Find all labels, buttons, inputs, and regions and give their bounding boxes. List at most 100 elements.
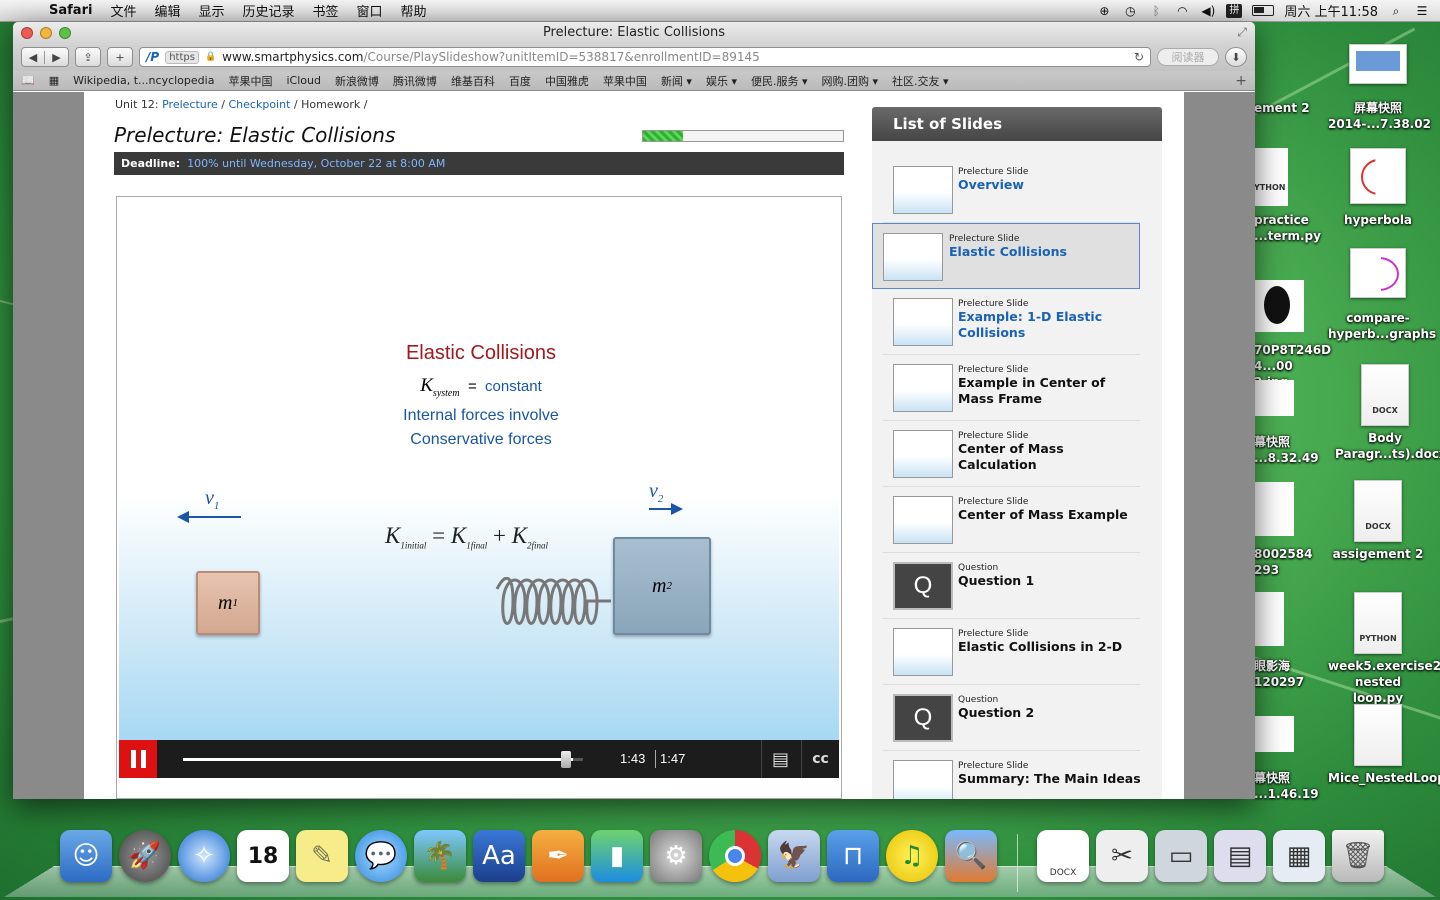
address-bar[interactable]: /P https 🔒 www.smartphysics.com/Course/P… <box>139 47 1151 67</box>
top-sites-icon[interactable]: ▦ <box>49 74 59 87</box>
screenshot-stack-icon[interactable]: ▭ <box>1155 830 1207 882</box>
reading-list-icon[interactable]: 📖 <box>21 74 35 87</box>
system-preferences-icon[interactable]: ⚙ <box>650 830 702 882</box>
back-forward-buttons[interactable]: ◀ ▶ <box>21 47 69 67</box>
battery-icon[interactable] <box>1252 5 1275 16</box>
slide-list-item[interactable]: Prelecture Slide Summary: The Main Ideas <box>882 751 1141 799</box>
add-tab-icon[interactable]: + <box>1235 73 1247 89</box>
desktop-icon-hyperbola[interactable]: hyperbola <box>1328 148 1428 228</box>
pause-button[interactable] <box>119 740 157 778</box>
wifi-icon[interactable]: ◠ <box>1174 4 1190 18</box>
time-machine-icon[interactable]: ◷ <box>1122 4 1138 18</box>
slide-list-item[interactable]: Prelecture Slide Example in Center of Mas… <box>882 355 1140 421</box>
bookmark-item[interactable]: 苹果中国 <box>228 73 272 89</box>
safari-icon[interactable]: ✧ <box>178 830 230 882</box>
downloads-button[interactable]: ⬇ <box>1225 47 1247 67</box>
bookmark-item[interactable]: 苹果中国 <box>603 73 647 89</box>
desktop-icon-partial[interactable]: 眼影海 120297 <box>1254 592 1324 690</box>
document-thumbnail-icon[interactable]: ✂ <box>1096 830 1148 882</box>
desktop-icon-partial[interactable]: 8002584 293 <box>1254 482 1324 578</box>
desktop-icon-partial[interactable]: 70P8T246D 4...00 2.jpg <box>1254 280 1331 390</box>
messages-icon[interactable]: 💬 <box>355 830 407 882</box>
slide-list-item[interactable]: Prelecture Slide Overview <box>882 157 1140 223</box>
menu-edit[interactable]: 编辑 <box>145 1 189 20</box>
desktop-icon-compare-graphs[interactable]: compare-hyperb...graphs <box>1328 248 1436 342</box>
volume-icon[interactable]: ◀) <box>1200 4 1216 18</box>
slide-list-item[interactable]: Prelecture Slide Example: 1-D Elastic Col… <box>882 289 1140 355</box>
menubar-clock[interactable]: 周六 上午11:58 <box>1284 1 1378 20</box>
bookmark-item[interactable]: iCloud <box>286 74 320 87</box>
numbers-icon[interactable]: ▮ <box>591 830 643 882</box>
slide-stage[interactable]: Elastic Collisions Ksystem = constant In… <box>119 197 839 740</box>
trash-icon[interactable]: 🗑 <box>1332 830 1384 882</box>
menu-window[interactable]: 窗口 <box>348 1 392 20</box>
desktop-icon-screenshot[interactable]: 屏幕快照 2014-...7.38.02 <box>1328 44 1431 132</box>
desktop-icon-body-docx[interactable]: DOCX Body Paragr...ts).docx <box>1335 364 1440 462</box>
slide-list-item[interactable]: Q Question Question 2 <box>882 685 1140 751</box>
mail-icon[interactable]: 🦅 <box>768 830 820 882</box>
zoom-window-button[interactable] <box>59 27 71 39</box>
bookmark-item[interactable]: 中国雅虎 <box>545 73 589 89</box>
bookmark-item[interactable]: Wikipedia, t...ncyclopedia <box>73 74 214 87</box>
seek-track[interactable] <box>183 751 583 768</box>
desktop-icon-partial[interactable]: 幕快照 ...1.46.19 <box>1254 716 1324 802</box>
minimized-window-icon[interactable]: ▤ <box>1214 830 1266 882</box>
chrome-icon[interactable] <box>709 830 761 882</box>
close-window-button[interactable] <box>21 27 33 39</box>
desktop-icon-mice-nestedloops[interactable]: Mice_NestedLoops <box>1328 704 1440 786</box>
bookmark-folder[interactable]: 网购.团购 ▾ <box>822 73 879 89</box>
minimize-window-button[interactable] <box>40 27 52 39</box>
bluetooth-icon[interactable]: ᛒ <box>1148 4 1164 18</box>
bookmark-folder[interactable]: 新闻 ▾ <box>661 73 692 89</box>
stickies-icon[interactable]: ✎ <box>296 830 348 882</box>
breadcrumb-link-prelecture[interactable]: Prelecture <box>162 98 218 111</box>
desktop-icon-week5-py[interactable]: PYTHON week5.exercise2-nested loop.py <box>1328 592 1440 706</box>
iphoto-icon[interactable]: 🌴 <box>414 830 466 882</box>
transcript-icon[interactable]: ▤ <box>761 740 799 778</box>
preview-icon[interactable]: 🔍 <box>945 830 997 882</box>
input-method-icon[interactable]: 拼 <box>1226 3 1243 18</box>
bookmark-item[interactable]: 百度 <box>509 73 531 89</box>
pages-icon[interactable]: ✒ <box>532 830 584 882</box>
back-arrow-icon[interactable]: ◀ <box>22 50 46 64</box>
desktop-icon-partial[interactable]: YTHON practice ...term.py <box>1254 148 1324 244</box>
slide-list-item[interactable]: Prelecture Slide Elastic Collisions in 2-… <box>882 619 1140 685</box>
spotlight-icon[interactable]: ⌕ <box>1388 4 1404 18</box>
new-tab-button[interactable]: + <box>107 47 133 67</box>
slide-list-item[interactable]: Prelecture Slide Center of Mass Calculati… <box>882 421 1140 487</box>
keynote-icon[interactable]: ⊓ <box>827 830 879 882</box>
reader-button[interactable]: 阅读器 <box>1157 48 1219 66</box>
bookmark-item[interactable]: 维基百科 <box>451 73 495 89</box>
share-button[interactable]: ⇪ <box>75 47 101 67</box>
menu-history[interactable]: 历史记录 <box>233 1 303 20</box>
notification-center-icon[interactable]: ☰ <box>1414 4 1430 18</box>
menu-app-safari[interactable]: Safari <box>40 3 101 18</box>
search-status-icon[interactable]: ⊕ <box>1096 4 1112 18</box>
forward-arrow-icon[interactable]: ▶ <box>45 51 68 64</box>
music-app-icon[interactable]: ♫ <box>886 830 938 882</box>
fullscreen-icon[interactable]: ⤢ <box>1237 22 1247 43</box>
bookmark-folder[interactable]: 娱乐 ▾ <box>706 73 737 89</box>
closed-captions-icon[interactable]: cc <box>801 740 839 778</box>
bookmark-item[interactable]: 新浪微博 <box>335 73 379 89</box>
slide-list-item[interactable]: Prelecture Slide Center of Mass Example <box>882 487 1140 553</box>
bookmark-folder[interactable]: 社区.交友 ▾ <box>892 73 949 89</box>
dictionary-icon[interactable]: Aa <box>473 830 525 882</box>
breadcrumb-link-checkpoint[interactable]: Checkpoint <box>229 98 291 111</box>
docx-stack-icon[interactable]: DOCX <box>1037 830 1089 882</box>
minimized-window-icon[interactable]: ▦ <box>1273 830 1325 882</box>
menu-view[interactable]: 显示 <box>189 1 233 20</box>
desktop-icon-partial[interactable]: 幕快照 ...8.32.49 <box>1254 380 1324 466</box>
launchpad-icon[interactable]: 🚀 <box>119 830 171 882</box>
bookmark-folder[interactable]: 便民.服务 ▾ <box>751 73 808 89</box>
desktop-icon-partial[interactable]: ement 2 <box>1254 100 1324 116</box>
calendar-icon[interactable]: 18 <box>237 830 289 882</box>
reload-icon[interactable]: ↻ <box>1134 50 1144 64</box>
seek-handle[interactable] <box>560 751 571 768</box>
slide-list-item[interactable]: Prelecture Slide Elastic Collisions <box>872 223 1140 289</box>
bookmark-item[interactable]: 腾讯微博 <box>393 73 437 89</box>
finder-icon[interactable]: ☺ <box>60 830 112 882</box>
menu-bookmarks[interactable]: 书签 <box>304 1 348 20</box>
slide-list-item[interactable]: Q Question Question 1 <box>882 553 1140 619</box>
menu-help[interactable]: 帮助 <box>392 1 436 20</box>
